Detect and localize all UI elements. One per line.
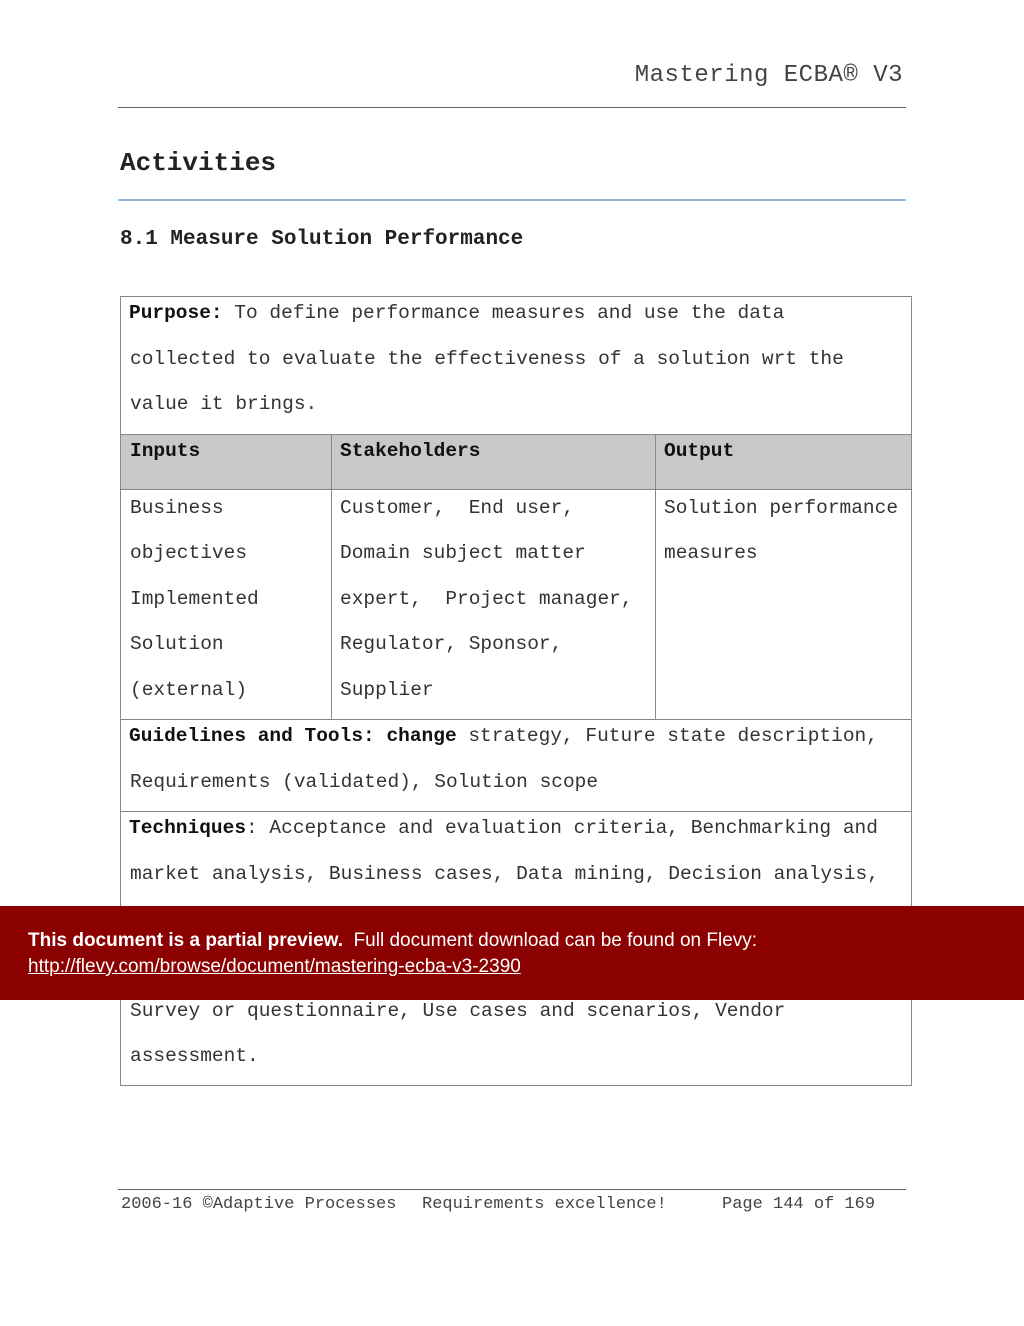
techniques-text: : Acceptance and evaluation criteria, Be… [246,817,878,839]
guidelines-label: Guidelines and Tools: change [129,725,457,747]
inputs-text: Solution [130,633,224,655]
stakeholders-text: Regulator, Sponsor, [340,633,563,655]
purpose-text: To define performance measures and use t… [222,302,785,324]
inputs-text: objectives [130,542,248,564]
techniques-text: assessment. [130,1045,259,1067]
purpose-text: value it brings. [130,393,318,415]
header-output: Output [664,440,735,462]
column-divider [331,434,332,719]
inputs-text: (external) [130,679,248,701]
techniques-text: Survey or questionnaire, Use cases and s… [130,1000,786,1022]
footer-copyright: 2006-16 ©Adaptive Processes [121,1195,397,1214]
output-text: Solution performance [664,497,899,519]
stakeholders-text: expert, Project manager, [340,588,633,610]
purpose-text: collected to evaluate the effectiveness … [130,348,844,370]
running-header: Mastering ECBA® V3 [634,62,903,89]
guidelines-text: Requirements (validated), Solution scope [130,771,599,793]
section-title: Activities [120,148,277,178]
guidelines-text: strategy, Future state description, [456,725,878,747]
flevy-link[interactable]: http://flevy.com/browse/document/masteri… [28,956,521,977]
stakeholders-text: Supplier [340,679,434,701]
row-divider [121,719,911,720]
stakeholders-text: Customer, End user, [340,497,575,519]
banner-text: Full document download can be found on F… [353,930,758,951]
subsection-title: 8.1 Measure Solution Performance [120,228,524,251]
footer-page-number: Page 144 of 169 [722,1195,876,1214]
techniques-text: market analysis, Business cases, Data mi… [130,863,879,885]
techniques-label: Techniques [129,817,247,839]
header-stakeholders: Stakeholders [340,440,481,462]
table-header-row [121,434,911,490]
header-inputs: Inputs [130,440,201,462]
stakeholders-text: Domain subject matter [340,542,586,564]
footer-divider [118,1189,906,1190]
footer-tagline: Requirements excellence! [422,1195,667,1214]
header-divider [118,107,906,108]
column-divider [655,434,656,719]
section-divider [118,199,906,201]
row-divider [121,811,911,812]
purpose-label: Purpose: [129,302,223,324]
preview-banner: This document is a partial preview. Full… [0,906,1024,1000]
output-text: measures [664,542,758,564]
banner-bold-text: This document is a partial preview. [28,930,343,951]
inputs-text: Business [130,497,224,519]
inputs-text: Implemented [130,588,259,610]
